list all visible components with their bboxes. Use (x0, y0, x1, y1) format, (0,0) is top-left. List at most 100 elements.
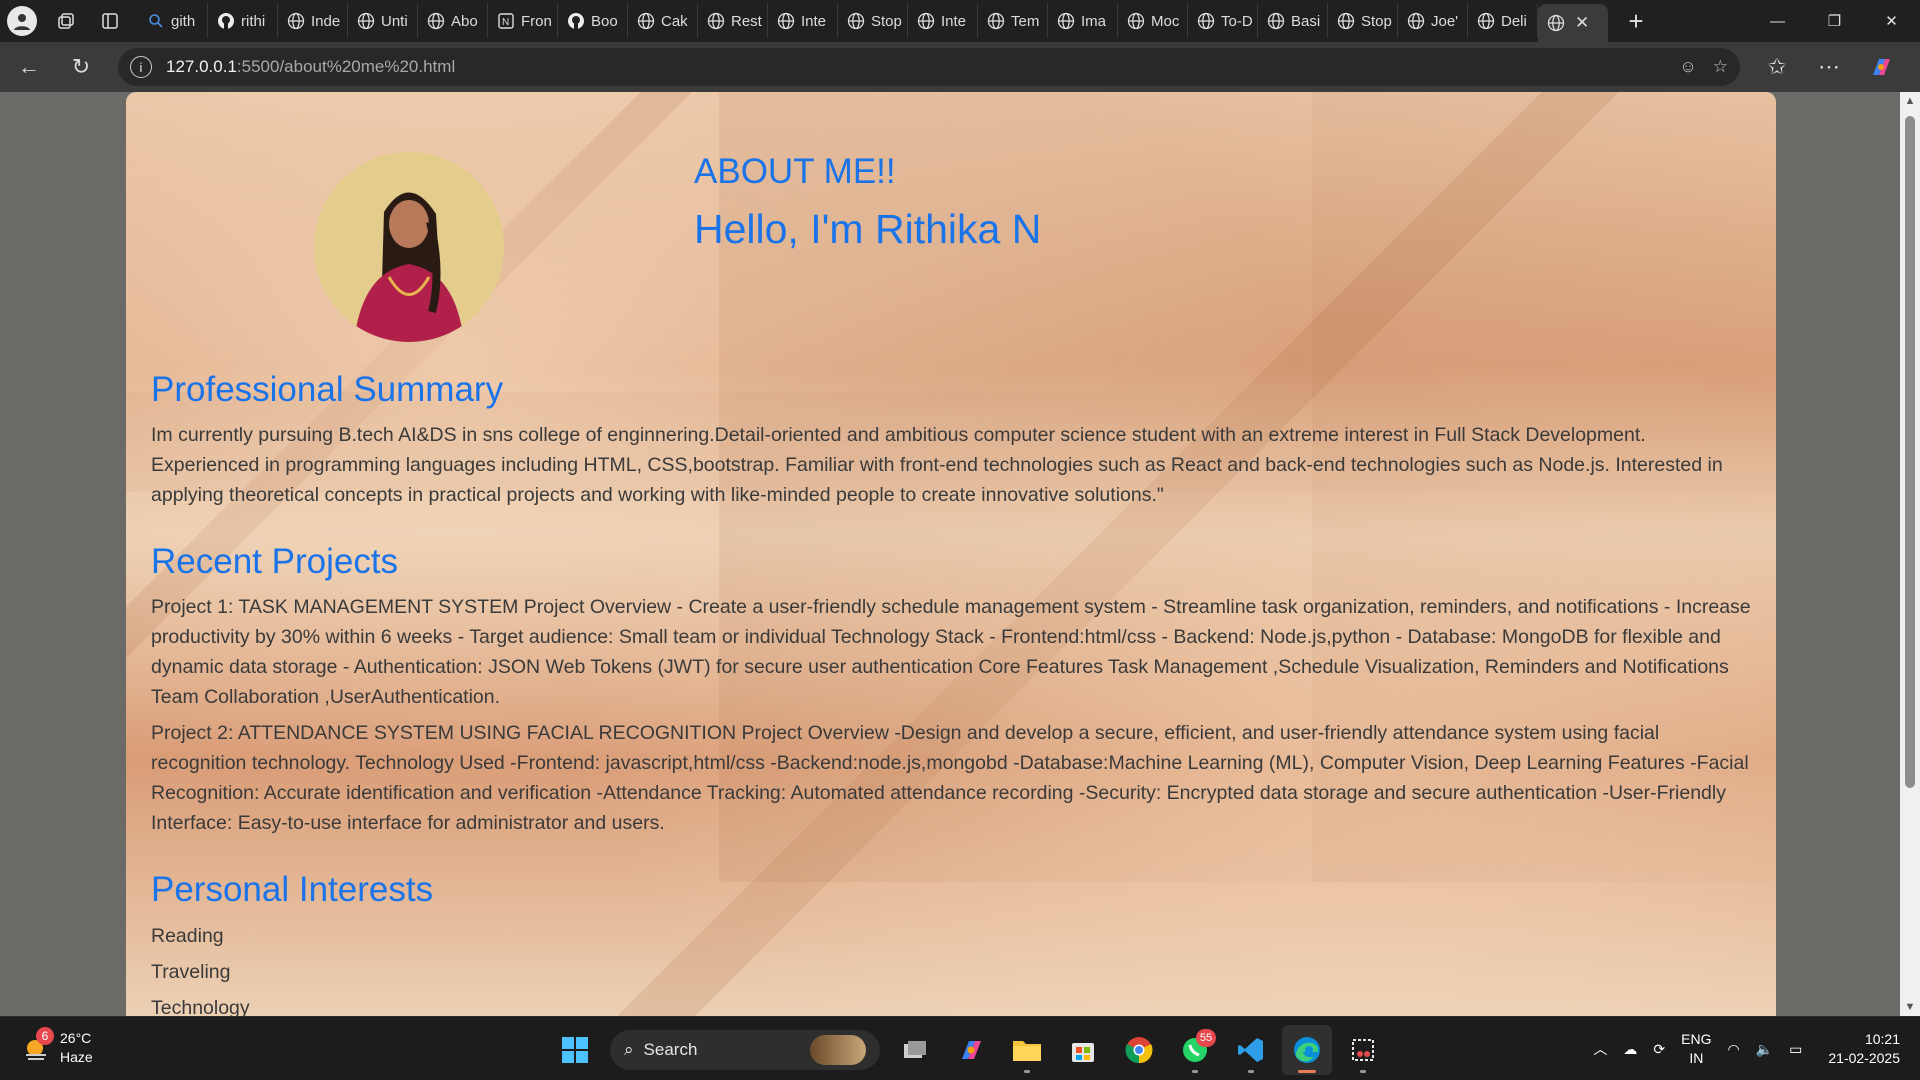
scrollbar-thumb[interactable] (1905, 116, 1915, 788)
clock[interactable]: 10:21 21-02-2025 (1828, 1030, 1900, 1068)
running-indicator (1192, 1070, 1198, 1073)
globe-icon (426, 11, 446, 31)
globe-icon (1266, 11, 1286, 31)
weather-widget[interactable]: 6 26°C Haze (22, 1027, 93, 1067)
project-2-text: Project 2: ATTENDANCE SYSTEM USING FACIA… (151, 722, 1749, 834)
about-page: ABOUT ME!! Hello, I'm Rithika N Professi… (126, 92, 1776, 1016)
tab-1[interactable]: rithi (208, 4, 278, 38)
projects-heading: Recent Projects (151, 542, 399, 581)
tab-10[interactable]: Stop (838, 4, 908, 38)
weather-desc: Haze (60, 1049, 93, 1065)
tab-active[interactable]: ✕ (1538, 4, 1608, 42)
minimize-button[interactable]: — (1749, 0, 1806, 42)
back-button[interactable]: ← (6, 47, 52, 87)
tab-15[interactable]: To-D (1188, 4, 1258, 38)
globe-icon (776, 11, 796, 31)
weather-haze-icon: 6 (22, 1027, 54, 1063)
tab-11[interactable]: Inte (908, 4, 978, 38)
close-window-button[interactable]: ✕ (1863, 0, 1920, 42)
tab-title: To-D (1221, 12, 1253, 30)
search-highlight-image (810, 1035, 866, 1065)
globe-icon (1546, 13, 1566, 33)
onedrive-icon[interactable]: ☁ (1623, 1041, 1637, 1058)
region-code: IN (1689, 1050, 1704, 1066)
workspaces-icon[interactable] (44, 0, 88, 42)
tab-5[interactable]: N Fron (488, 4, 558, 38)
folder-icon (1013, 1041, 1041, 1061)
globe-icon (1056, 11, 1076, 31)
tab-4[interactable]: Abo (418, 4, 488, 38)
page-scrollbar[interactable]: ▲ ▼ (1900, 92, 1920, 1016)
tab-17[interactable]: Stop (1328, 4, 1398, 38)
language-indicator[interactable]: ENG IN (1681, 1030, 1711, 1068)
profile-avatar-icon (7, 6, 37, 36)
vscode-app[interactable] (1226, 1025, 1276, 1075)
close-tab-icon[interactable]: ✕ (1575, 13, 1589, 33)
sync-icon[interactable]: ⟳ (1653, 1041, 1665, 1058)
tab-title: Stop (1361, 12, 1392, 30)
running-indicator (1298, 1070, 1316, 1073)
language-code: ENG (1681, 1031, 1712, 1047)
tab-title: Inde (311, 12, 341, 30)
reload-button[interactable]: ↻ (58, 47, 104, 87)
taskbar-apps: ⌕ Search 55 (550, 1025, 1388, 1075)
store-app[interactable] (1058, 1025, 1108, 1075)
tab-3[interactable]: Unti (348, 4, 418, 38)
tab-6[interactable]: Boo (558, 4, 628, 38)
running-indicator (1024, 1070, 1030, 1073)
weather-badge: 6 (36, 1027, 54, 1045)
site-info-icon[interactable]: i (130, 56, 152, 78)
address-bar[interactable]: i 127.0.0.1:5500/about%20me%20.html ☺ ☆ (118, 48, 1740, 86)
interests-heading: Personal Interests (151, 870, 434, 909)
file-explorer-app[interactable] (1002, 1025, 1052, 1075)
new-tab-button[interactable]: + (1614, 0, 1658, 42)
tab-title: gith (171, 12, 196, 30)
search-icon (146, 11, 166, 31)
summary-text: Im currently pursuing B.tech AI&DS in sn… (151, 424, 1723, 506)
globe-icon (1406, 11, 1426, 31)
taskbar-search[interactable]: ⌕ Search (610, 1030, 880, 1070)
vscode-icon (1238, 1038, 1263, 1062)
tab-title: Deli (1501, 12, 1527, 30)
tab-9[interactable]: Inte (768, 4, 838, 38)
url-path: :5500/about%20me%20.html (236, 57, 456, 76)
tab-19[interactable]: Deli (1468, 4, 1538, 38)
favorite-star-icon[interactable]: ☆ (1713, 57, 1728, 77)
whatsapp-app[interactable]: 55 (1170, 1025, 1220, 1075)
running-indicator (1248, 1070, 1254, 1073)
tab-18[interactable]: Joe' (1398, 4, 1468, 38)
tab-16[interactable]: Basi (1258, 4, 1328, 38)
start-button[interactable] (550, 1025, 600, 1075)
task-view-button[interactable] (890, 1025, 940, 1075)
profile-button[interactable] (0, 0, 44, 42)
restore-button[interactable]: ❐ (1806, 0, 1863, 42)
tab-0[interactable]: gith (138, 4, 208, 38)
copilot-app[interactable] (946, 1025, 996, 1075)
volume-icon[interactable]: 🔈 (1756, 1041, 1773, 1058)
favorites-icon[interactable]: ✩ (1754, 47, 1800, 87)
globe-icon (356, 11, 376, 31)
tab-7[interactable]: Cak (628, 4, 698, 38)
reader-icon[interactable]: ☺ (1679, 57, 1696, 77)
tab-14[interactable]: Moc (1118, 4, 1188, 38)
tab-title: Abo (451, 12, 478, 30)
tab-2[interactable]: Inde (278, 4, 348, 38)
wifi-icon[interactable]: ◠ (1727, 1041, 1739, 1058)
browser-toolbar: ← ↻ i 127.0.0.1:5500/about%20me%20.html … (0, 42, 1920, 92)
tab-12[interactable]: Tem (978, 4, 1048, 38)
tab-13[interactable]: Ima (1048, 4, 1118, 38)
globe-icon (846, 11, 866, 31)
more-menu-icon[interactable]: ⋯ (1806, 47, 1852, 87)
edge-app[interactable] (1282, 1025, 1332, 1075)
battery-icon[interactable]: ▭ (1789, 1041, 1802, 1058)
copilot-icon[interactable] (1858, 47, 1904, 87)
scroll-up-icon[interactable]: ▲ (1900, 92, 1920, 110)
show-hidden-icons-icon[interactable]: ︿ (1593, 1039, 1607, 1059)
snipping-tool-app[interactable] (1338, 1025, 1388, 1075)
tab-8[interactable]: Rest (698, 4, 768, 38)
tab-actions-icon[interactable] (88, 0, 132, 42)
scroll-down-icon[interactable]: ▼ (1900, 998, 1920, 1016)
chrome-app[interactable] (1114, 1025, 1164, 1075)
chrome-icon (1125, 1037, 1153, 1064)
edge-icon (1294, 1037, 1320, 1063)
